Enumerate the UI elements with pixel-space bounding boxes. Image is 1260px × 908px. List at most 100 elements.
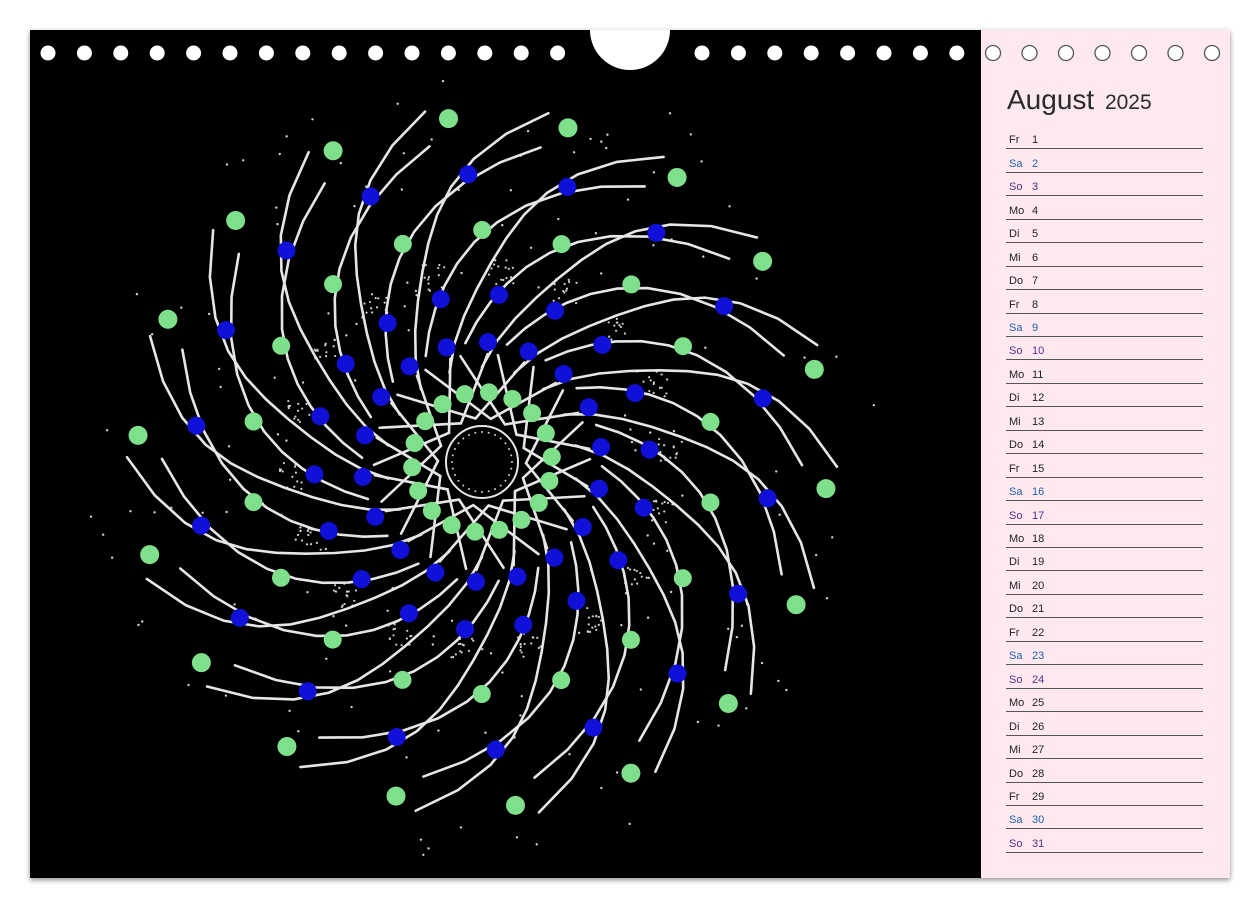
speck <box>630 583 634 586</box>
speck <box>661 502 664 505</box>
day-row: Mi 20 <box>1006 572 1203 595</box>
blue-dot <box>729 584 748 603</box>
speck <box>410 634 413 638</box>
speck <box>285 439 288 442</box>
speck <box>646 616 650 619</box>
day-row: Fr 8 <box>1006 290 1203 314</box>
speck <box>490 267 493 270</box>
speck <box>403 305 406 308</box>
green-dot <box>386 786 406 806</box>
speck <box>519 649 522 652</box>
green-dot <box>416 412 435 431</box>
speck <box>141 620 144 623</box>
green-dot <box>323 141 343 161</box>
speck <box>451 461 453 463</box>
green-dot <box>393 234 412 253</box>
speck <box>309 531 312 534</box>
speck <box>368 300 372 304</box>
speck <box>298 420 301 423</box>
binding-hole <box>840 45 856 61</box>
speck <box>306 590 309 594</box>
green-dot <box>158 309 178 329</box>
speck <box>594 625 597 628</box>
spiral-strand <box>533 505 631 779</box>
day-row: Mi 6 <box>1006 243 1203 267</box>
speck <box>663 395 666 398</box>
blue-dot <box>545 548 564 567</box>
day-number: 21 <box>1032 603 1045 616</box>
weekday-label: So <box>1009 837 1023 850</box>
blue-dot <box>319 521 338 540</box>
speck <box>308 413 311 416</box>
speck <box>831 536 834 539</box>
speck <box>242 159 245 162</box>
speck <box>520 694 523 698</box>
speck <box>778 513 781 516</box>
weekday-label: So <box>1009 509 1023 522</box>
binding-hole <box>368 45 384 61</box>
speck <box>386 609 389 612</box>
weekday-label: Do <box>1009 439 1024 452</box>
speck <box>785 688 788 692</box>
speck <box>526 129 530 133</box>
day-number: 28 <box>1032 767 1045 780</box>
blue-dot <box>437 338 456 357</box>
speck <box>345 334 348 337</box>
day-number: 31 <box>1032 837 1045 850</box>
speck <box>340 605 343 609</box>
green-dot <box>505 795 525 815</box>
speck <box>666 501 670 505</box>
speck <box>309 543 313 546</box>
speck <box>396 102 399 105</box>
spiral-strand <box>422 541 580 778</box>
weekday-label: Sa <box>1009 486 1023 499</box>
day-number: 22 <box>1032 626 1045 639</box>
speck <box>343 602 346 606</box>
binding-hole <box>513 45 529 61</box>
speck <box>502 278 505 282</box>
binding-hole <box>258 45 274 61</box>
spiral-strand <box>333 145 431 419</box>
speck <box>443 266 446 269</box>
blue-dot <box>546 301 565 320</box>
day-number: 12 <box>1032 392 1045 405</box>
speck <box>505 259 508 262</box>
speck <box>666 378 669 381</box>
speck <box>658 512 661 515</box>
binding-hole <box>113 45 129 61</box>
binding-hole <box>186 45 202 61</box>
speck <box>663 500 666 504</box>
speck <box>297 418 300 421</box>
blue-dot <box>519 342 538 361</box>
speck <box>519 645 522 649</box>
day-row: So 17 <box>1006 501 1203 525</box>
binding-hole <box>1094 44 1111 62</box>
binding-hole <box>295 45 311 61</box>
speck <box>300 487 303 490</box>
day-row: So 3 <box>1006 173 1203 197</box>
speck <box>345 594 348 597</box>
speck <box>370 307 373 310</box>
day-row: Do 7 <box>1006 267 1203 291</box>
speck <box>325 351 328 354</box>
green-dot <box>552 235 571 254</box>
day-number: 8 <box>1032 298 1039 311</box>
speck <box>279 468 283 471</box>
speck <box>702 255 705 258</box>
blue-dot <box>753 389 772 408</box>
speck <box>572 151 576 154</box>
speck <box>586 606 589 610</box>
speck <box>324 355 328 358</box>
speck <box>649 379 652 382</box>
green-dot <box>816 479 836 499</box>
speck <box>672 446 675 449</box>
blue-dot <box>609 551 628 570</box>
blue-dot <box>216 321 235 340</box>
speck <box>350 705 353 709</box>
blue-dot <box>353 467 372 486</box>
speck <box>305 543 309 546</box>
speck <box>484 731 487 734</box>
speck <box>658 437 661 441</box>
speck <box>437 274 440 277</box>
speck <box>400 188 404 191</box>
